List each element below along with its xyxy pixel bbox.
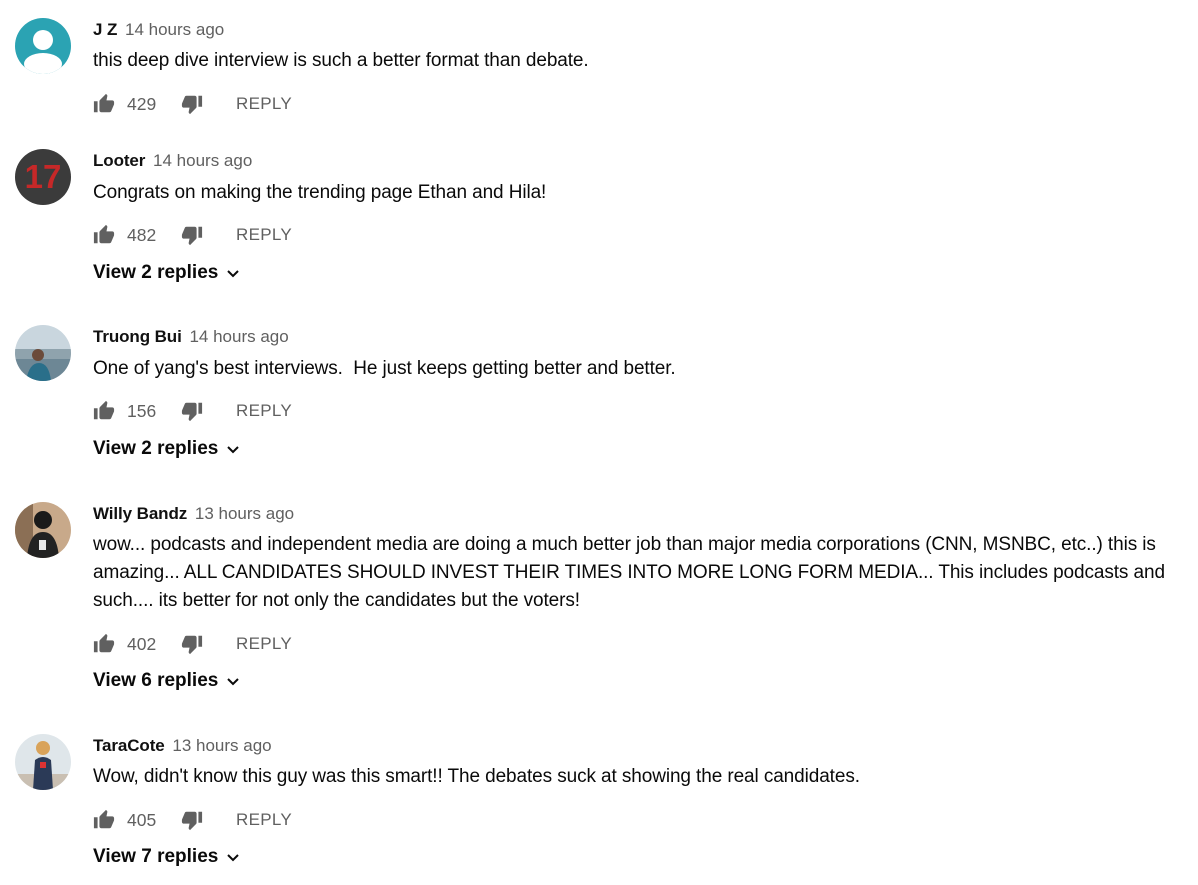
like-count: 405 xyxy=(127,809,157,830)
view-replies-label: View 2 replies xyxy=(93,262,219,283)
view-replies-button[interactable]: View 6 replies xyxy=(93,670,241,692)
reply-button[interactable]: REPLY xyxy=(236,225,292,245)
thumb-down-icon[interactable] xyxy=(181,809,203,831)
thumb-up-icon[interactable] xyxy=(93,93,115,115)
author-name[interactable]: Looter xyxy=(93,151,145,170)
chevron-down-icon xyxy=(225,265,241,281)
comment-timestamp[interactable]: 14 hours ago xyxy=(189,327,288,346)
comment-timestamp[interactable]: 14 hours ago xyxy=(125,20,224,39)
reply-button[interactable]: REPLY xyxy=(236,634,292,654)
view-replies-label: View 7 replies xyxy=(93,846,219,867)
view-replies-button[interactable]: View 2 replies xyxy=(93,438,241,460)
thumb-up-icon[interactable] xyxy=(93,224,115,246)
avatar[interactable] xyxy=(15,734,71,790)
thumb-down-icon[interactable] xyxy=(181,224,203,246)
avatar[interactable] xyxy=(15,18,71,74)
comment-actions: 429 REPLY xyxy=(93,91,292,117)
comment-text: One of yang's best interviews. He just k… xyxy=(93,358,676,379)
comment-header: Willy Bandz 13 hours ago xyxy=(93,503,294,525)
comment-timestamp[interactable]: 13 hours ago xyxy=(172,736,271,755)
chevron-down-icon xyxy=(225,441,241,457)
thumb-up-icon[interactable] xyxy=(93,633,115,655)
comment-header: TaraCote 13 hours ago xyxy=(93,735,272,757)
author-name[interactable]: Willy Bandz xyxy=(93,504,187,523)
comment-text: this deep dive interview is such a bette… xyxy=(93,50,589,71)
thumb-up-icon[interactable] xyxy=(93,809,115,831)
view-replies-button[interactable]: View 7 replies xyxy=(93,846,241,868)
view-replies-label: View 6 replies xyxy=(93,670,219,691)
comment-timestamp[interactable]: 14 hours ago xyxy=(153,151,252,170)
reply-button[interactable]: REPLY xyxy=(236,401,292,421)
comment-actions: 156 REPLY xyxy=(93,398,292,424)
avatar[interactable] xyxy=(15,325,71,381)
comment-text: wow... podcasts and independent media ar… xyxy=(93,534,1171,611)
comment-timestamp[interactable]: 13 hours ago xyxy=(195,504,294,523)
comment-text: Wow, didn't know this guy was this smart… xyxy=(93,766,860,787)
comment-header: J Z 14 hours ago xyxy=(93,19,224,41)
avatar[interactable] xyxy=(15,502,71,558)
thumb-down-icon[interactable] xyxy=(181,93,203,115)
like-count: 402 xyxy=(127,633,157,654)
thumb-up-icon[interactable] xyxy=(93,400,115,422)
avatar-text: 17 xyxy=(25,158,62,195)
comment-actions: 405 REPLY xyxy=(93,807,292,833)
view-replies-label: View 2 replies xyxy=(93,438,219,459)
comment-text: Congrats on making the trending page Eth… xyxy=(93,182,547,203)
view-replies-button[interactable]: View 2 replies xyxy=(93,262,241,284)
comment-actions: 402 REPLY xyxy=(93,631,292,657)
reply-button[interactable]: REPLY xyxy=(236,94,292,114)
author-name[interactable]: TaraCote xyxy=(93,736,165,755)
chevron-down-icon xyxy=(225,673,241,689)
comment-actions: 482 REPLY xyxy=(93,222,292,248)
author-name[interactable]: J Z xyxy=(93,20,117,39)
thumb-down-icon[interactable] xyxy=(181,400,203,422)
like-count: 429 xyxy=(127,93,157,114)
like-count: 482 xyxy=(127,224,157,245)
comment-header: Looter 14 hours ago xyxy=(93,150,252,172)
author-name[interactable]: Truong Bui xyxy=(93,327,182,346)
chevron-down-icon xyxy=(225,849,241,865)
like-count: 156 xyxy=(127,400,157,421)
avatar[interactable]: 17 xyxy=(15,149,71,205)
reply-button[interactable]: REPLY xyxy=(236,810,292,830)
thumb-down-icon[interactable] xyxy=(181,633,203,655)
comment-header: Truong Bui 14 hours ago xyxy=(93,326,289,348)
